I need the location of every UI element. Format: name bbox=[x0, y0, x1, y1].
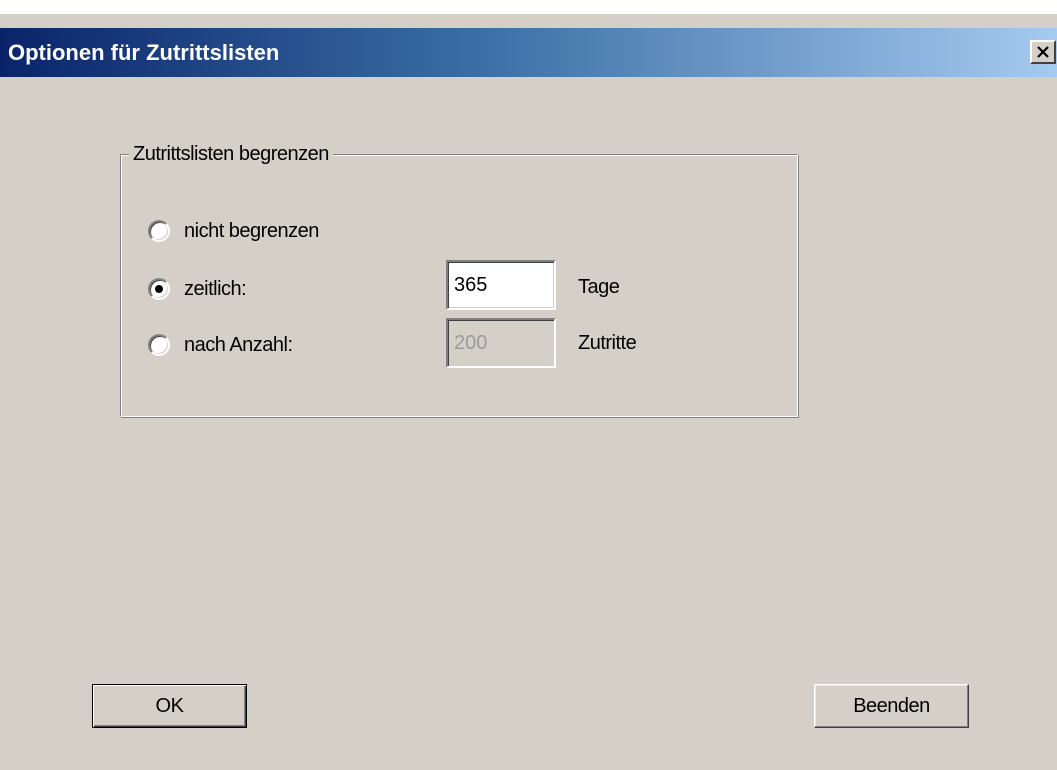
dialog-window: Optionen für Zutrittslisten Zutrittslist… bbox=[0, 0, 1057, 770]
close-icon bbox=[1036, 46, 1050, 58]
window-title: Optionen für Zutrittslisten bbox=[8, 40, 280, 65]
close-button[interactable] bbox=[1030, 40, 1056, 64]
count-input[interactable] bbox=[446, 318, 556, 368]
radio-option-count[interactable]: nach Anzahl: bbox=[148, 332, 293, 358]
radio-option-no-limit[interactable]: nicht begrenzen bbox=[148, 218, 319, 244]
ok-button[interactable]: OK bbox=[92, 684, 247, 728]
quit-button[interactable]: Beenden bbox=[814, 684, 969, 728]
groupbox-legend: Zutrittslisten begrenzen bbox=[129, 142, 333, 166]
radio-option-time[interactable]: zeitlich: bbox=[148, 276, 247, 302]
days-input[interactable] bbox=[446, 260, 556, 310]
days-unit-label: Tage bbox=[578, 276, 620, 298]
radio-label-count: nach Anzahl: bbox=[184, 333, 293, 356]
radio-button-time[interactable] bbox=[148, 278, 170, 300]
radio-label-no-limit: nicht begrenzen bbox=[184, 219, 319, 242]
title-bar[interactable]: Optionen für Zutrittslisten bbox=[0, 28, 1057, 77]
radio-button-no-limit[interactable] bbox=[148, 220, 170, 242]
radio-label-time: zeitlich: bbox=[184, 277, 247, 300]
radio-button-count[interactable] bbox=[148, 334, 170, 356]
radio-selected-dot bbox=[155, 285, 163, 293]
count-unit-label: Zutritte bbox=[578, 332, 637, 354]
